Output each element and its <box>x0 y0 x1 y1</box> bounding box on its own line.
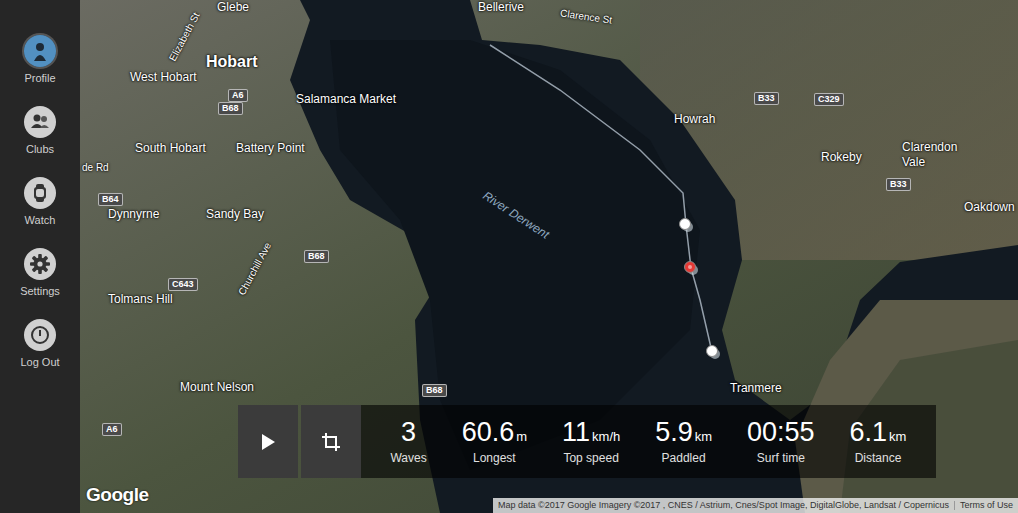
stat-unit: m <box>516 430 527 443</box>
stat: 11km/h Top speed <box>562 419 620 464</box>
map-label: Salamanca Market <box>296 92 396 107</box>
play-button[interactable] <box>238 405 298 478</box>
map-label: West Hobart <box>130 70 196 85</box>
map-label: Oakdown <box>964 200 1015 215</box>
sidebar-label: Clubs <box>26 144 54 155</box>
map-label: Hobart <box>206 54 258 70</box>
sidebar-item[interactable]: Settings <box>0 246 80 299</box>
sidebar-label: Log Out <box>20 357 59 368</box>
road-shield: A6 <box>228 89 248 102</box>
map-label: Bellerive <box>478 0 524 15</box>
stat: 3 Waves <box>390 419 426 464</box>
stat-value: 00:55 <box>747 419 815 446</box>
map-label: Churchill Ave <box>237 241 273 297</box>
road-shield: B68 <box>422 384 447 397</box>
terms-link[interactable]: Terms of Use <box>954 501 1018 510</box>
sidebar-item[interactable]: Clubs <box>0 104 80 157</box>
stat: 60.6mLongest <box>462 419 527 464</box>
crop-button[interactable] <box>301 405 361 478</box>
sidebar-label: Profile <box>24 73 55 84</box>
sidebar: Profile Clubs Watch Settings Log Out <box>0 0 80 513</box>
stat-number: 3 <box>401 419 416 446</box>
route-marker[interactable] <box>683 260 699 276</box>
stat-value: 60.6m <box>462 419 527 446</box>
map-label: Glebe <box>217 0 249 15</box>
sidebar-item[interactable]: Profile <box>0 33 80 86</box>
sidebar-item[interactable]: Watch <box>0 175 80 228</box>
road-shield: B64 <box>98 193 123 206</box>
stat-number: 60.6 <box>462 419 515 446</box>
sidebar-label: Settings <box>20 286 60 297</box>
stat-value: 6.1km <box>850 419 907 446</box>
clubs-icon <box>24 106 56 138</box>
stat-label: Waves <box>390 452 426 464</box>
road-shield: B33 <box>754 92 779 105</box>
route-marker[interactable] <box>705 344 721 360</box>
road-shield: C643 <box>168 278 198 291</box>
stats-bar: 3Waves60.6mLongest11km/hTop speed5.9kmPa… <box>361 405 936 478</box>
map-label: Sandy Bay <box>206 207 264 222</box>
session-panel: 3Waves60.6mLongest11km/hTop speed5.9kmPa… <box>238 405 936 478</box>
map-label: Howrah <box>674 112 715 127</box>
road-shield: C329 <box>814 93 844 106</box>
map-label: South Hobart <box>135 141 206 156</box>
map-label: Elizabeth St <box>168 11 202 63</box>
stat-unit: km <box>889 430 906 443</box>
stat-label: Paddled <box>662 452 706 464</box>
stat-label: Distance <box>855 452 902 464</box>
stat-unit: km/h <box>592 430 620 443</box>
play-icon <box>261 434 275 450</box>
watch-icon <box>24 177 56 209</box>
road-shield: B68 <box>304 250 329 263</box>
stat-number: 6.1 <box>850 419 888 446</box>
stat-label: Surf time <box>757 452 805 464</box>
stat-number: 5.9 <box>655 419 693 446</box>
attribution: Map data ©2017 Google Imagery ©2017 , CN… <box>493 501 954 510</box>
stat: 5.9km Paddled <box>655 419 712 464</box>
sidebar-label: Watch <box>25 215 56 226</box>
map-label: Battery Point <box>236 141 305 156</box>
stat: 6.1km Distance <box>850 419 907 464</box>
avatar-icon <box>24 35 56 67</box>
gear-icon <box>24 248 56 280</box>
google-logo: Google <box>86 481 149 510</box>
stat-label: Longest <box>473 452 516 464</box>
map-label: River Derwent <box>481 189 551 240</box>
attribution-bar: Map data ©2017 Google Imagery ©2017 , CN… <box>493 498 1018 513</box>
sidebar-item[interactable]: Log Out <box>0 317 80 370</box>
road-shield: B68 <box>218 102 243 115</box>
map-label: Clarendon Vale <box>902 140 972 170</box>
stat-number: 00:55 <box>747 419 815 446</box>
road-shield: B33 <box>886 178 911 191</box>
map-label: Mount Nelson <box>180 380 254 395</box>
map-label: Tolmans Hill <box>108 292 173 307</box>
map-label: Rokeby <box>821 150 862 165</box>
map-label: Clarence St <box>560 8 613 25</box>
stat-number: 11 <box>562 419 590 446</box>
stat-unit: km <box>695 430 712 443</box>
crop-icon <box>322 433 340 451</box>
map[interactable]: Glebe Bellerive Clarence St Elizabeth StHob… <box>80 0 1018 513</box>
power-icon <box>24 319 56 351</box>
stat-value: 11km/h <box>562 419 620 446</box>
stat-label: Top speed <box>563 452 618 464</box>
road-shield: A6 <box>102 423 122 436</box>
stat: 00:55 Surf time <box>747 419 815 464</box>
stat-value: 3 <box>401 419 416 446</box>
map-label: Tranmere <box>730 381 782 396</box>
route-marker[interactable] <box>678 217 694 233</box>
stat-value: 5.9km <box>655 419 712 446</box>
map-label: Dynnyrne <box>108 207 159 222</box>
map-label: de Rd <box>82 163 109 173</box>
